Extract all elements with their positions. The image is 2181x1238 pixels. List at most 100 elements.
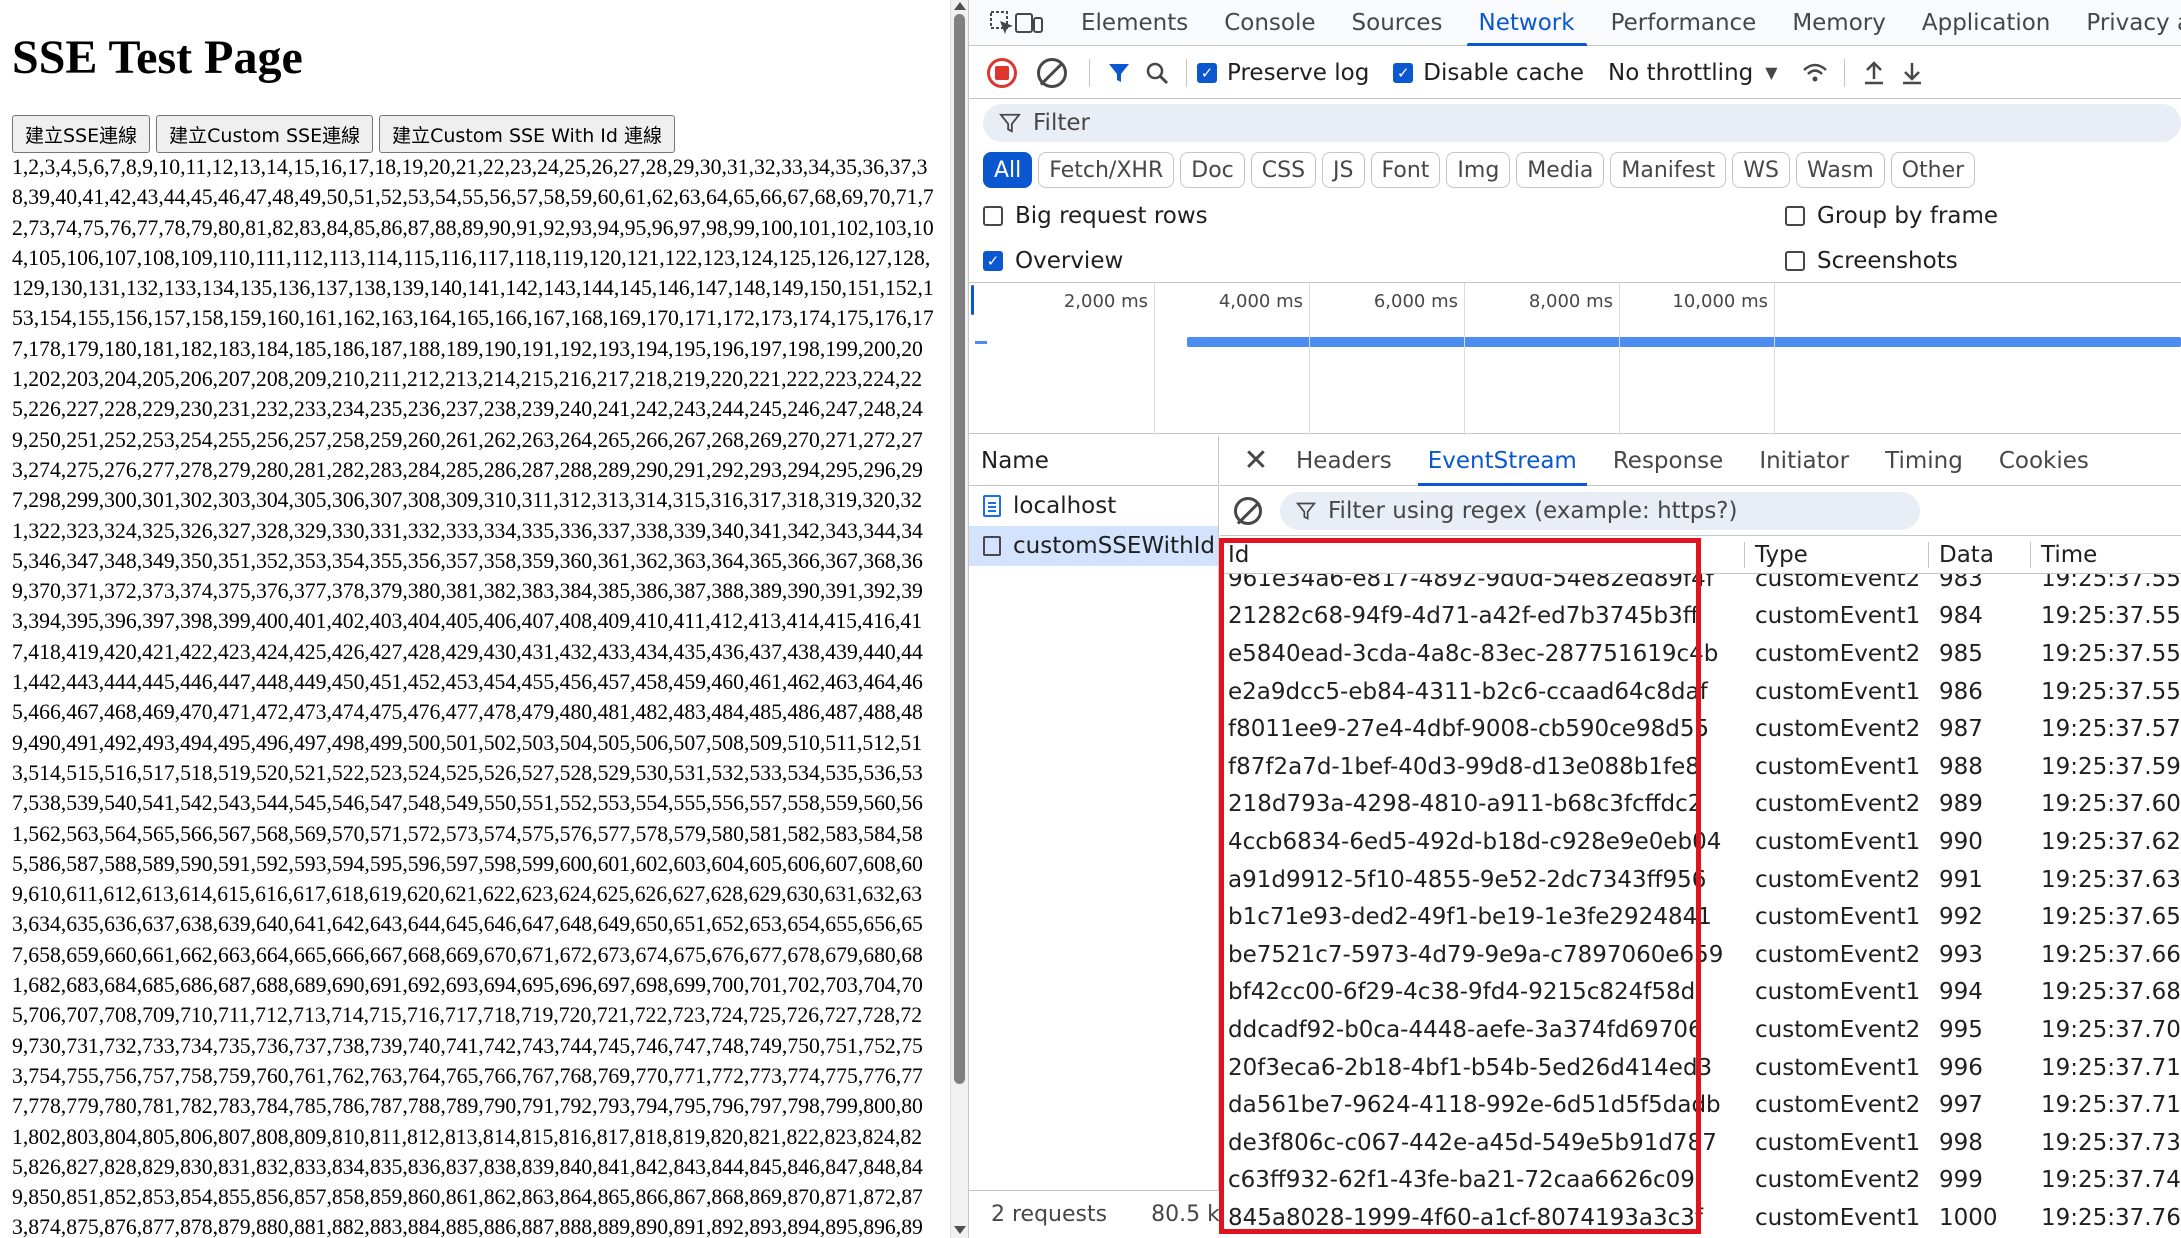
type-filter-fetch-xhr[interactable]: Fetch/XHR xyxy=(1038,152,1175,188)
network-filter-input[interactable]: Filter xyxy=(983,104,2181,142)
tab-elements[interactable]: Elements xyxy=(1063,0,1206,46)
event-row[interactable]: da561be7-9624-4118-992e-6d51d5f5dadb cust… xyxy=(1220,1086,2181,1124)
event-row[interactable]: 20f3eca6-2b18-4bf1-b54b-5ed26d414ed3 cust… xyxy=(1220,1049,2181,1087)
search-icon[interactable] xyxy=(1138,54,1176,92)
event-row[interactable]: be7521c7-5973-4d79-9e9a-c7897060e659 cust… xyxy=(1220,936,2181,974)
event-type-cell: customEvent1 xyxy=(1755,603,1921,630)
timeline-gridline xyxy=(1309,283,1310,435)
close-icon[interactable]: ✕ xyxy=(1234,443,1278,478)
timeline-overview[interactable]: 2,000 ms 4,000 ms 6,000 ms 8,000 ms 10,000 m… xyxy=(969,282,2181,435)
timeline-tick-label: 4,000 ms xyxy=(1218,291,1303,312)
event-id-cell: 21282c68-94f9-4d71-a42f-ed7b3745b3ff xyxy=(1228,603,1699,630)
type-filter-other[interactable]: Other xyxy=(1890,152,1976,188)
event-row[interactable]: bf42cc00-6f29-4c38-9fd4-9215c824f58d cust… xyxy=(1220,974,2181,1012)
request-item-customssewithid[interactable]: customSSEWithId xyxy=(969,526,1218,566)
event-type-cell: customEvent2 xyxy=(1755,941,1921,968)
page-scrollbar[interactable] xyxy=(950,0,968,1238)
event-type-cell: customEvent1 xyxy=(1755,904,1921,931)
event-row[interactable]: ddcadf92-b0ca-4448-aefe-3a374fd69706 cust… xyxy=(1220,1011,2181,1049)
event-row[interactable]: e5840ead-3cda-4a8c-83ec-287751619c4b cust… xyxy=(1220,635,2181,673)
event-row[interactable]: 4ccb6834-6ed5-492d-b18d-c928e9e0eb04 cust… xyxy=(1220,823,2181,861)
event-row[interactable]: b1c71e93-ded2-49f1-be19-1e3fe2924841 cust… xyxy=(1220,898,2181,936)
device-toolbar-icon[interactable] xyxy=(1015,4,1043,42)
event-row[interactable]: f87f2a7d-1bef-40d3-99d8-d13e088b1fe8 cust… xyxy=(1220,748,2181,786)
event-row[interactable]: de3f806c-c067-442e-a45d-549e5b91d787 cust… xyxy=(1220,1124,2181,1162)
tab-network[interactable]: Network xyxy=(1461,0,1593,46)
tab-console[interactable]: Console xyxy=(1206,0,1333,46)
overview-checkbox[interactable]: ✓ xyxy=(983,251,1003,271)
clear-log-icon[interactable] xyxy=(1037,57,1067,88)
event-id-cell: e5840ead-3cda-4a8c-83ec-287751619c4b xyxy=(1228,640,1719,667)
event-row[interactable]: 845a8028-1999-4f60-a1cf-8074193a3c3f cust… xyxy=(1220,1199,2181,1237)
detail-tab-response[interactable]: Response xyxy=(1595,436,1741,486)
eventstream-filter-input[interactable]: Filter using regex (example: https?) xyxy=(1280,491,1920,530)
disable-cache-checkbox[interactable]: ✓ xyxy=(1393,62,1414,83)
request-item-localhost[interactable]: localhost xyxy=(969,486,1218,526)
detail-tab-eventstream[interactable]: EventStream xyxy=(1410,436,1595,486)
event-time-cell: 19:25:37.747 xyxy=(2041,1167,2181,1194)
event-row[interactable]: a91d9912-5f10-4855-9e52-2dc7343ff956 cust… xyxy=(1220,861,2181,899)
filter-funnel-icon[interactable] xyxy=(1100,54,1138,92)
clear-events-icon[interactable] xyxy=(1234,496,1262,525)
type-filter-doc[interactable]: Doc xyxy=(1180,152,1245,188)
export-har-icon[interactable] xyxy=(1893,54,1931,92)
type-filter-js[interactable]: JS xyxy=(1322,152,1365,188)
event-time-cell: 19:25:37.621 xyxy=(2041,828,2181,855)
event-row[interactable]: f8011ee9-27e4-4dbf-9008-cb590ce98d55 cust… xyxy=(1220,710,2181,748)
event-row[interactable]: c63ff932-62f1-43fe-ba21-72caa6626c09 cust… xyxy=(1220,1162,2181,1200)
filter-icon xyxy=(999,113,1021,133)
name-column-header[interactable]: Name xyxy=(969,436,1218,486)
event-row[interactable]: 21282c68-94f9-4d71-a42f-ed7b3745b3ff cust… xyxy=(1220,598,2181,636)
connect-custom-sse-with-id-button[interactable]: 建立Custom SSE With Id 連線 xyxy=(379,115,675,153)
detail-tab-timing[interactable]: Timing xyxy=(1867,436,1981,486)
chevron-down-icon[interactable]: ▼ xyxy=(1765,63,1777,82)
event-data-cell: 986 xyxy=(1939,678,1983,705)
throttling-select[interactable]: No throttling xyxy=(1608,60,1753,86)
event-row[interactable]: 218d793a-4298-4810-a911-b68c3fcffdc2 cust… xyxy=(1220,786,2181,824)
event-row[interactable]: e2a9dcc5-eb84-4311-b2c6-ccaad64c8daf cust… xyxy=(1220,673,2181,711)
type-filter-wasm[interactable]: Wasm xyxy=(1795,152,1885,188)
connect-sse-button[interactable]: 建立SSE連線 xyxy=(12,115,151,153)
type-filter-manifest[interactable]: Manifest xyxy=(1610,152,1727,188)
screenshots-label: Screenshots xyxy=(1817,248,1958,274)
preserve-log-checkbox[interactable]: ✓ xyxy=(1197,62,1217,83)
inspect-element-icon[interactable] xyxy=(989,4,1015,42)
event-data-cell: 999 xyxy=(1939,1167,1983,1194)
event-id-cell: be7521c7-5973-4d79-9e9a-c7897060e659 xyxy=(1228,941,1724,968)
event-type-cell: customEvent1 xyxy=(1755,1129,1921,1156)
detail-tab-cookies[interactable]: Cookies xyxy=(1981,436,2107,486)
tab-memory[interactable]: Memory xyxy=(1774,0,1904,46)
network-conditions-icon[interactable] xyxy=(1796,54,1834,92)
group-by-frame-checkbox[interactable] xyxy=(1785,206,1805,226)
devtools-panel: Elements Console Sources Network Perform… xyxy=(968,0,2181,1238)
tab-privacy[interactable]: Privacy ar xyxy=(2068,0,2181,46)
type-filter-img[interactable]: Img xyxy=(1446,152,1511,188)
connect-custom-sse-button[interactable]: 建立Custom SSE連線 xyxy=(156,115,374,153)
column-header-time[interactable]: Time xyxy=(2030,541,2181,568)
type-filter-font[interactable]: Font xyxy=(1370,152,1441,188)
column-header-data[interactable]: Data xyxy=(1928,541,2030,568)
event-data-cell: 1000 xyxy=(1939,1204,1998,1231)
big-request-rows-checkbox[interactable] xyxy=(983,206,1003,226)
event-data-cell: 997 xyxy=(1939,1092,1983,1119)
type-filter-css[interactable]: CSS xyxy=(1250,152,1317,188)
scroll-up-arrow-icon[interactable] xyxy=(954,2,966,10)
overview-range-handle[interactable] xyxy=(971,285,974,315)
column-header-type[interactable]: Type xyxy=(1744,541,1928,568)
import-har-icon[interactable] xyxy=(1855,54,1893,92)
type-filter-ws[interactable]: WS xyxy=(1732,152,1790,188)
event-time-cell: 19:25:37.668 xyxy=(2041,941,2181,968)
tab-performance[interactable]: Performance xyxy=(1593,0,1775,46)
column-header-id[interactable]: Id xyxy=(1220,542,1744,568)
tab-application[interactable]: Application xyxy=(1904,0,2069,46)
detail-tab-initiator[interactable]: Initiator xyxy=(1741,436,1867,486)
screenshots-checkbox[interactable] xyxy=(1785,251,1805,271)
scroll-down-arrow-icon[interactable] xyxy=(954,1226,966,1234)
type-filter-all[interactable]: All xyxy=(983,152,1033,188)
timeline-tick-label: 8,000 ms xyxy=(1528,291,1613,312)
scrollbar-thumb[interactable] xyxy=(954,14,965,1084)
stop-recording-icon[interactable] xyxy=(987,57,1017,88)
type-filter-media[interactable]: Media xyxy=(1516,152,1605,188)
tab-sources[interactable]: Sources xyxy=(1334,0,1461,46)
detail-tab-headers[interactable]: Headers xyxy=(1278,436,1410,486)
